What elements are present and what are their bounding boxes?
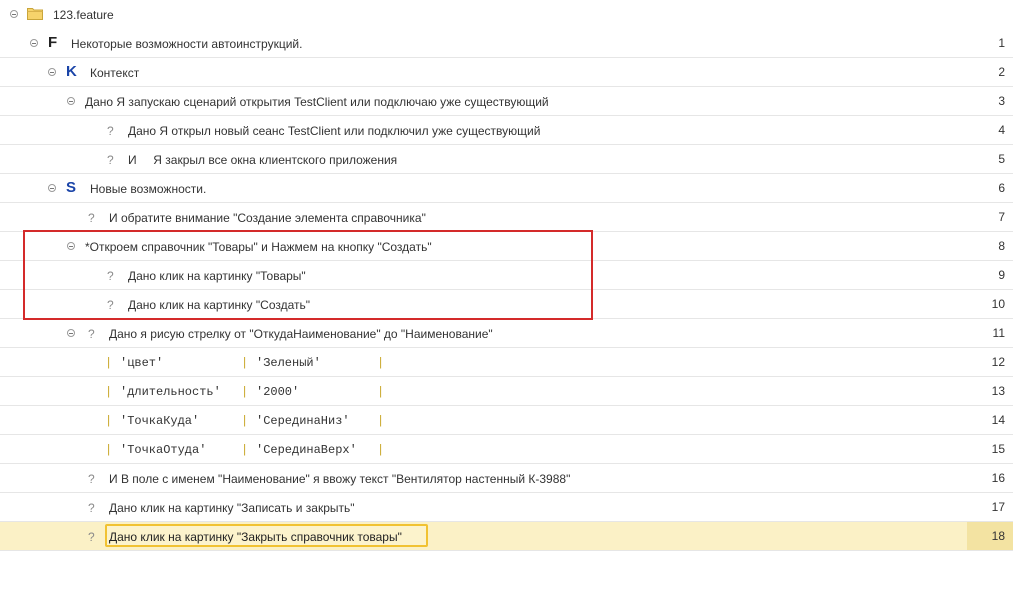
- line-number: 14: [991, 413, 1005, 427]
- row-text: Дано клик на картинку "Товары": [128, 269, 306, 283]
- line-number: 6: [998, 181, 1005, 195]
- step-status-icon: ?: [107, 124, 114, 138]
- row-text: Дано клик на картинку "Создать": [128, 298, 311, 312]
- table-pipe: |: [105, 385, 113, 399]
- row-text: Дано я рисую стрелку от "ОткудаНаименова…: [109, 327, 493, 341]
- line-number: 11: [992, 326, 1005, 340]
- tree-root-row[interactable]: 123.feature: [0, 0, 1013, 29]
- row-text: И В поле с именем "Наименование" я ввожу…: [109, 472, 571, 486]
- collapse-icon[interactable]: [30, 39, 38, 47]
- root-label: 123.feature: [53, 8, 114, 22]
- tree-row[interactable]: ? Дано Я открыл новый сеанс TestClient и…: [0, 116, 1013, 145]
- row-text: Контекст: [90, 66, 140, 80]
- table-row[interactable]: | 'цвет' | 'Зеленый' | 12: [0, 348, 1013, 377]
- table-pipe: |: [241, 385, 249, 399]
- line-number: 7: [998, 210, 1005, 224]
- table-cell-name: 'длительность': [120, 385, 221, 399]
- step-status-icon: ?: [107, 269, 114, 283]
- scenario-keyword-icon: S: [66, 179, 77, 196]
- line-number: 9: [998, 268, 1005, 282]
- line-number: 10: [991, 297, 1005, 311]
- line-number: 4: [998, 123, 1005, 137]
- tree-row[interactable]: Дано Я запускаю сценарий открытия TestCl…: [0, 87, 1013, 116]
- table-cell-name: 'ТочкаКуда': [120, 414, 200, 428]
- table-cell-value: 'СерединаВерх': [256, 443, 357, 457]
- line-number: 8: [998, 239, 1005, 253]
- table-cell-value: 'СерединаНиз': [256, 414, 350, 428]
- step-status-icon: ?: [88, 530, 95, 544]
- tree-row[interactable]: S Новые возможности. 6: [0, 174, 1013, 203]
- row-text: Дано клик на картинку "Закрыть справочни…: [109, 530, 402, 544]
- step-status-icon: ?: [88, 211, 95, 225]
- collapse-icon[interactable]: [67, 242, 75, 250]
- tree-row[interactable]: K Контекст 2: [0, 58, 1013, 87]
- row-text: Дано клик на картинку "Записать и закрыт…: [109, 501, 355, 515]
- table-pipe: |: [241, 443, 249, 457]
- row-text: Некоторые возможности автоинструкций.: [71, 37, 303, 51]
- tree-row[interactable]: ? Дано я рисую стрелку от "ОткудаНаимено…: [0, 319, 1013, 348]
- tree-row[interactable]: ? Дано клик на картинку "Записать и закр…: [0, 493, 1013, 522]
- table-row[interactable]: | 'ТочкаОтуда' | 'СерединаВерх' | 15: [0, 435, 1013, 464]
- row-text: Новые возможности.: [90, 182, 207, 196]
- tree-row[interactable]: ? Дано клик на картинку "Создать" 10: [0, 290, 1013, 319]
- table-pipe: |: [377, 414, 385, 428]
- collapse-icon[interactable]: [48, 68, 56, 76]
- table-pipe: |: [105, 443, 113, 457]
- table-pipe: |: [105, 414, 113, 428]
- table-pipe: |: [241, 414, 249, 428]
- table-pipe: |: [241, 356, 249, 370]
- collapse-icon[interactable]: [48, 184, 56, 192]
- line-number: 3: [998, 94, 1005, 108]
- row-text: И Я закрыл все окна клиентского приложен…: [128, 153, 398, 167]
- table-pipe: |: [377, 385, 385, 399]
- folder-icon: [27, 8, 43, 20]
- step-status-icon: ?: [107, 298, 114, 312]
- tree-row[interactable]: F Некоторые возможности автоинструкций. …: [0, 29, 1013, 58]
- table-row[interactable]: | 'длительность' | '2000' | 13: [0, 377, 1013, 406]
- tree-row[interactable]: ? И обратите внимание "Создание элемента…: [0, 203, 1013, 232]
- line-number: 12: [991, 355, 1005, 369]
- row-text: Дано Я открыл новый сеанс TestClient или…: [128, 124, 541, 138]
- table-pipe: |: [377, 356, 385, 370]
- table-cell-value: '2000': [256, 385, 300, 399]
- table-pipe: |: [105, 356, 113, 370]
- row-text: Дано Я запускаю сценарий открытия TestCl…: [85, 95, 549, 109]
- line-number: 15: [991, 442, 1005, 456]
- step-status-icon: ?: [88, 472, 95, 486]
- collapse-icon[interactable]: [10, 10, 18, 18]
- table-cell-name: 'цвет': [120, 356, 164, 370]
- collapse-icon[interactable]: [67, 97, 75, 105]
- context-keyword-icon: K: [66, 63, 77, 80]
- line-number: 1: [998, 36, 1005, 50]
- step-status-icon: ?: [88, 501, 95, 515]
- tree-row-selected[interactable]: ? Дано клик на картинку "Закрыть справоч…: [0, 522, 1013, 551]
- tree-row[interactable]: ? Дано клик на картинку "Товары" 9: [0, 261, 1013, 290]
- row-text: И обратите внимание "Создание элемента с…: [109, 211, 426, 225]
- feature-keyword-icon: F: [48, 34, 58, 51]
- line-number: 18: [967, 522, 1013, 550]
- line-number: 5: [998, 152, 1005, 166]
- tree-row[interactable]: ? И В поле с именем "Наименование" я вво…: [0, 464, 1013, 493]
- table-row[interactable]: | 'ТочкаКуда' | 'СерединаНиз' | 14: [0, 406, 1013, 435]
- line-number: 16: [991, 471, 1005, 485]
- row-text: *Откроем справочник "Товары" и Нажмем на…: [85, 240, 432, 254]
- line-number: 13: [991, 384, 1005, 398]
- step-status-icon: ?: [88, 327, 95, 341]
- line-number: 2: [998, 65, 1005, 79]
- line-number: 17: [991, 500, 1005, 514]
- tree-row[interactable]: ? И Я закрыл все окна клиентского прилож…: [0, 145, 1013, 174]
- collapse-icon[interactable]: [67, 329, 75, 337]
- table-pipe: |: [377, 443, 385, 457]
- tree-row[interactable]: *Откроем справочник "Товары" и Нажмем на…: [0, 232, 1013, 261]
- table-cell-name: 'ТочкаОтуда': [120, 443, 207, 457]
- step-status-icon: ?: [107, 153, 114, 167]
- table-cell-value: 'Зеленый': [256, 356, 321, 370]
